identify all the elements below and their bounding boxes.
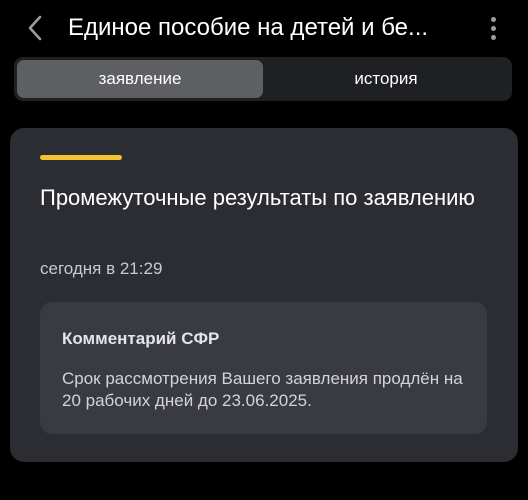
back-button[interactable] [18, 10, 52, 46]
comment-box: Комментарий СФР Срок рассмотрения Вашего… [40, 302, 487, 434]
comment-heading: Комментарий СФР [62, 329, 220, 348]
card-timestamp: сегодня в 21:29 [40, 259, 163, 278]
status-card: Промежуточные результаты по заявлению се… [10, 128, 518, 462]
tab-application[interactable]: заявление [17, 60, 263, 98]
page-title: Единое пособие на детей и бе... [68, 14, 429, 41]
segmented-control: заявление история [14, 57, 512, 101]
tab-history[interactable]: история [263, 60, 509, 98]
card-title: Промежуточные результаты по заявлению [40, 185, 475, 210]
top-bar: Единое пособие на детей и бе... [0, 0, 528, 56]
chevron-left-icon [28, 15, 42, 41]
accent-bar [40, 155, 122, 160]
comment-text: Срок рассмотрения Вашего заявления продл… [62, 369, 463, 410]
more-button[interactable] [478, 12, 508, 44]
more-vertical-icon [490, 16, 496, 22]
